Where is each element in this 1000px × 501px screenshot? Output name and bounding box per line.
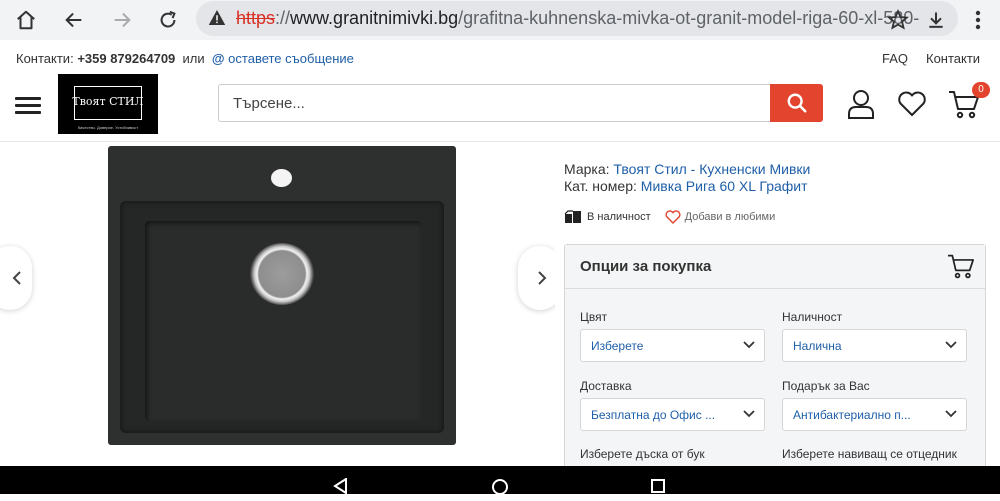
site-logo[interactable]: Твоят СТИЛ Качество. Доверие. Устойчивос… — [58, 74, 158, 134]
purchase-options-header: Опции за покупка — [565, 245, 985, 289]
gift-field: Подарък за Вас Антибактериално п... — [782, 379, 967, 431]
product-info: Марка: Твоят Стил - Кухненски Мивки Кат.… — [564, 142, 1000, 484]
more-menu-icon[interactable] — [962, 4, 994, 36]
beech-board-label: Изберете дъска от бук — [580, 447, 705, 461]
chevron-down-icon — [743, 410, 755, 418]
not-secure-warning-icon[interactable] — [208, 9, 226, 31]
logo-name: Твоят СТИЛ — [72, 95, 144, 108]
contact-bar: Контакти: +359 879264709 или @ оставете … — [0, 45, 1000, 71]
search-input[interactable] — [219, 85, 770, 121]
phone-number[interactable]: +359 879264709 — [77, 51, 175, 66]
stock-row: В наличност Добави в любими — [564, 210, 775, 224]
gallery-prev-button[interactable] — [0, 246, 32, 310]
product-image-sink[interactable] — [108, 146, 456, 445]
gift-label: Подарък за Вас — [782, 379, 870, 393]
beech-board-field: Изберете дъска от бук — [580, 447, 705, 466]
site-header: Твоят СТИЛ Качество. Доверие. Устойчивос… — [0, 72, 1000, 142]
chevron-right-icon — [538, 271, 547, 285]
url-scheme: https — [236, 8, 276, 28]
color-label: Цвят — [580, 310, 608, 324]
nav-home-icon[interactable] — [491, 478, 509, 501]
rollup-drainer-field: Изберете навиващ се отцедник — [782, 447, 957, 466]
gallery-next-button[interactable] — [518, 246, 555, 310]
purchase-options-title: Опции за покупка — [580, 258, 712, 275]
catalog-number-link[interactable]: Мивка Рига 60 XL Графит — [641, 178, 808, 194]
sink-drain — [250, 243, 314, 305]
add-to-favorites-link[interactable]: Добави в любими — [665, 210, 776, 224]
contacts-label: Контакти: — [16, 51, 74, 66]
url-separator: :// — [275, 8, 291, 28]
availability-select-value: Налична — [793, 339, 842, 353]
faq-link[interactable]: FAQ — [882, 51, 908, 66]
back-arrow-icon[interactable] — [58, 4, 90, 36]
delivery-select[interactable]: Безплатна до Офис ... — [580, 398, 765, 431]
gift-select-value: Антибактериално п... — [793, 408, 911, 422]
heart-wishlist-icon[interactable] — [896, 88, 928, 120]
at-icon: @ — [211, 51, 225, 66]
gift-select[interactable]: Антибактериално п... — [782, 398, 967, 431]
delivery-select-value: Безплатна до Офис ... — [591, 408, 716, 422]
bookmark-star-icon[interactable] — [882, 4, 914, 36]
catalog-number-label: Кат. номер: — [564, 178, 637, 194]
search-box — [218, 84, 770, 122]
or-text: или — [182, 51, 205, 66]
brand-row: Марка: Твоят Стил - Кухненски Мивки — [564, 161, 810, 177]
brand-link[interactable]: Твоят Стил - Кухненски Мивки — [613, 161, 810, 177]
browser-toolbar: https://www.granitnimivki.bg/grafitna-ku… — [0, 0, 1000, 40]
delivery-field: Доставка Безплатна до Офис ... — [580, 379, 765, 431]
color-select-value: Изберете — [591, 339, 644, 353]
color-field: Цвят Изберете — [580, 310, 765, 362]
reload-icon[interactable] — [152, 4, 184, 36]
search-icon — [787, 93, 807, 113]
chevron-left-icon — [12, 271, 21, 285]
cart-count-badge: 0 — [972, 82, 990, 98]
chevron-down-icon — [743, 341, 755, 349]
system-navigation-bar — [0, 466, 1000, 495]
contact-info: Контакти: +359 879264709 или @ оставете … — [16, 51, 354, 66]
availability-field: Наличност Налична — [782, 310, 967, 362]
cart-icon — [947, 253, 975, 284]
chevron-down-icon — [945, 410, 957, 418]
brand-label: Марка: — [564, 161, 610, 177]
address-bar[interactable]: https://www.granitnimivki.bg/grafitna-ku… — [196, 1, 958, 36]
availability-select[interactable]: Налична — [782, 329, 967, 362]
catalog-number-row: Кат. номер: Мивка Рига 60 XL Графит — [564, 178, 808, 194]
product-gallery — [0, 142, 555, 466]
nav-back-icon[interactable] — [333, 477, 349, 499]
download-icon[interactable] — [920, 4, 952, 36]
user-account-icon[interactable] — [845, 88, 877, 120]
delivery-label: Доставка — [580, 379, 632, 393]
tap-hole — [271, 169, 292, 187]
color-select[interactable]: Изберете — [580, 329, 765, 362]
url-host: www.granitnimivki.bg — [290, 8, 459, 28]
url-path: /grafitna-kuhnenska-mivka-ot-granit-mode… — [458, 8, 920, 28]
purchase-options-panel: Опции за покупка Цвят Изберете Наличност… — [564, 244, 986, 484]
sink-basin — [120, 201, 444, 433]
nav-recents-icon[interactable] — [650, 478, 666, 499]
heart-icon — [665, 210, 681, 224]
hamburger-menu-icon[interactable] — [15, 97, 41, 115]
leave-message-link[interactable]: оставете съобщение — [228, 51, 354, 66]
forward-arrow-icon[interactable] — [106, 4, 138, 36]
contacts-link[interactable]: Контакти — [926, 51, 980, 66]
chevron-down-icon — [945, 341, 957, 349]
add-to-favorites-label: Добави в любими — [684, 211, 776, 223]
stock-status: В наличност — [587, 211, 651, 223]
logo-tagline: Качество. Доверие. Устойчивост — [77, 125, 139, 130]
boxes-icon — [564, 210, 581, 223]
availability-label: Наличност — [782, 310, 843, 324]
rollup-drainer-label: Изберете навиващ се отцедник — [782, 447, 957, 461]
url-text: https://www.granitnimivki.bg/grafitna-ku… — [236, 8, 919, 29]
search-button[interactable] — [770, 84, 823, 122]
home-icon[interactable] — [10, 4, 42, 36]
